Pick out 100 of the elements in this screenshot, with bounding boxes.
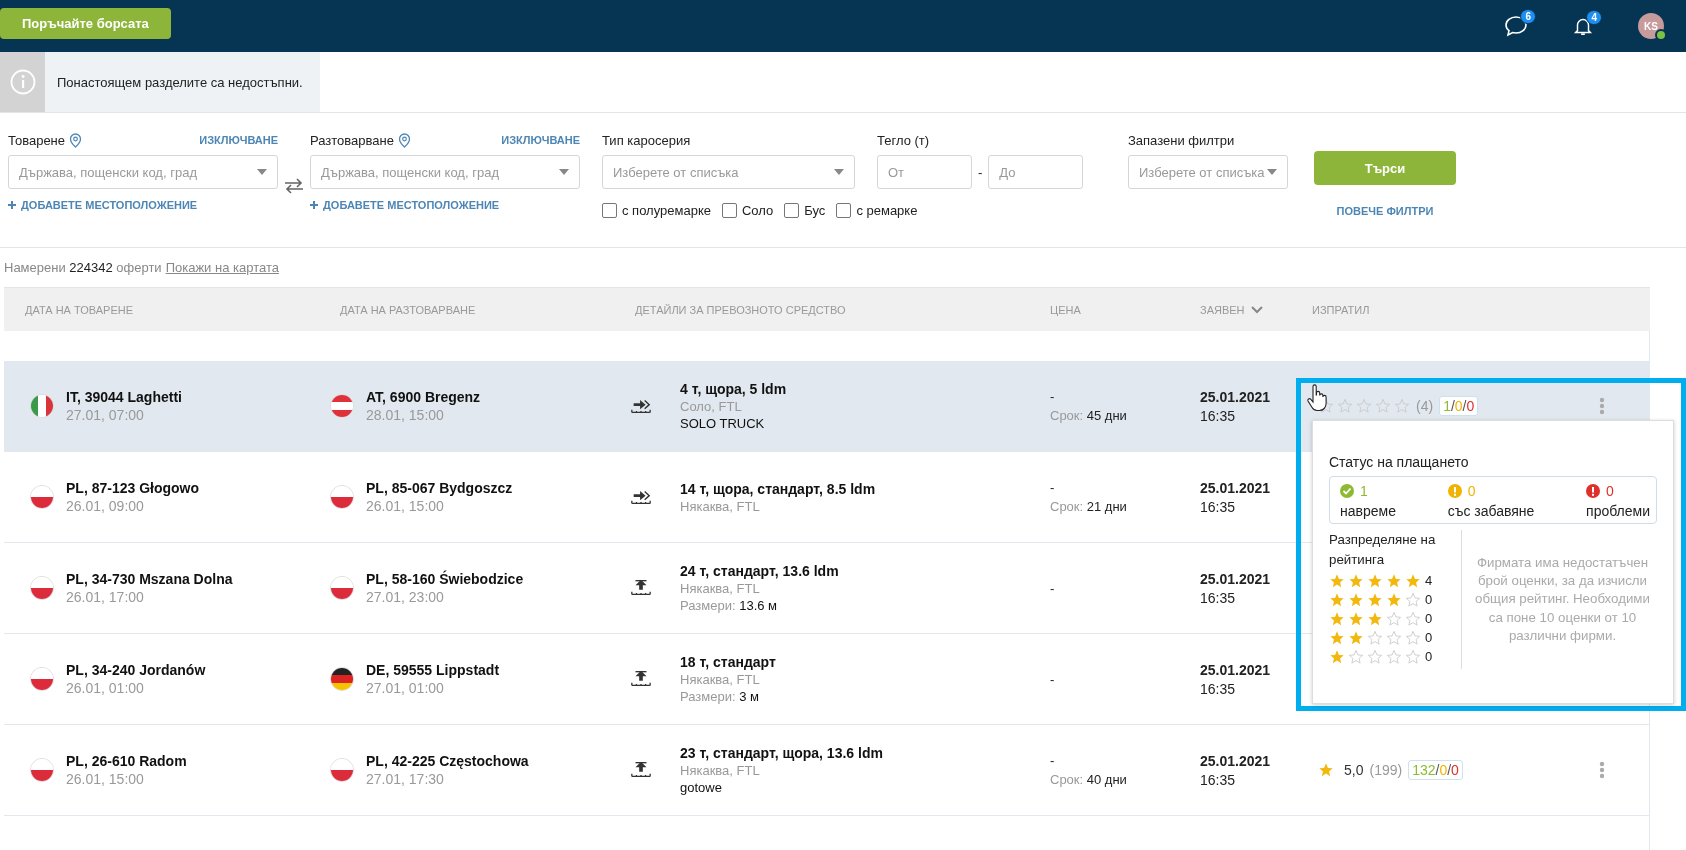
plus-icon (310, 201, 318, 209)
exclude-link[interactable]: ИЗКЛЮЧВАНЕ (199, 134, 278, 146)
place-name: PL, 34-240 Jordanów (66, 662, 206, 678)
place-name: PL, 87-123 Głogowo (66, 480, 200, 496)
add-location-link[interactable]: ДОБАВЕТЕ МЕСТОПОЛОЖЕНИЕ (8, 199, 278, 211)
price: - (1050, 389, 1056, 404)
price-term: Срок: 40 дни (1050, 772, 1128, 787)
order-button[interactable]: Поръчайте борсата (0, 7, 171, 39)
vehicle-body: Някаква, FTL (680, 498, 761, 514)
map-link[interactable]: Покажи на картата (165, 260, 279, 275)
column-header[interactable]: ЦЕНА (1050, 303, 1081, 316)
date-time: 27.01, 23:00 (366, 589, 445, 605)
location-select[interactable]: Държава, пощенски код, град (310, 155, 580, 189)
status-label: навреме (1340, 503, 1396, 519)
star-icon (1367, 648, 1383, 665)
posted-time: 16:35 (1200, 771, 1237, 788)
checkbox-label: Бус (804, 203, 826, 218)
posted-time: 16:35 (1200, 407, 1237, 424)
place-name: PL, 58-160 Świebodzice (366, 571, 524, 587)
avatar[interactable]: KS (1638, 13, 1664, 39)
vehicle-dimensions: Размери: 13.6 м (680, 598, 779, 613)
flag-icon (30, 667, 54, 691)
star-icon (1405, 629, 1421, 646)
vehicle-body: Някаква, FTL (680, 581, 761, 596)
review-count: (199) (1369, 762, 1403, 778)
weight-to-field[interactable]: До (988, 155, 1084, 189)
warning-icon (1447, 484, 1462, 498)
location-select[interactable]: Държава, пощенски код, град (8, 155, 278, 189)
checkbox[interactable] (784, 203, 800, 218)
star-icon (1318, 762, 1334, 778)
checkbox-label: Соло (741, 203, 774, 218)
date-time: 27.01, 17:30 (366, 771, 445, 787)
star-icon (1348, 648, 1364, 665)
more-filters-link[interactable]: ПОВЕЧЕ ФИЛТРИ (1314, 205, 1456, 217)
table-row[interactable]: PL, 26-610 Radom 26.01, 15:00 PL, 42-225 Częstochowa 27.01, 17:30 23 т, стандарт, щора, 13.6 ldm Някаква, FTL gotowe - Срок: 40 дни 25.01.2021 16:35 5,0 (199) 132/0/0 (4, 725, 1650, 816)
place-name: DE, 59555 Lippstadt (366, 662, 500, 678)
more-icon[interactable] (1599, 761, 1605, 779)
column-header[interactable]: ДАТА НА РАЗТОВАРВАНЕ (340, 303, 476, 316)
star-icon (1356, 398, 1372, 414)
sort-icon[interactable] (1250, 305, 1263, 314)
checkbox[interactable] (836, 203, 852, 218)
posted-time: 16:35 (1200, 680, 1237, 697)
flag-icon (330, 576, 354, 600)
flag-icon (30, 758, 54, 782)
column-header[interactable]: ЗАЯВЕН (1200, 303, 1245, 316)
saved-filters-select[interactable]: Изберете от списъка (1128, 155, 1288, 189)
hand-cursor-icon (1306, 384, 1328, 412)
body-type-select[interactable]: Изберете от списъка (602, 155, 855, 189)
price: - (1050, 671, 1056, 687)
posted-date: 25.01.2021 (1200, 570, 1272, 587)
caret-icon (834, 169, 844, 175)
search-button[interactable]: Търси (1314, 151, 1456, 185)
place-name: IT, 39044 Laghetti (66, 389, 182, 405)
column-header[interactable]: ИЗПРАТИЛ (1312, 303, 1370, 316)
error-icon (1586, 484, 1601, 498)
table-row[interactable]: IT, 39044 Laghetti 27.01, 07:00 AT, 6900 Bregenz 28.01, 15:00 4 т, щора, 5 ldm Соло, FTL SOLO TRUCK - Срок: 45 дни 25.01.2021 16:35 (4) 1/0/0 (4, 361, 1650, 452)
payment-badge: 132/0/0 (1408, 760, 1463, 780)
range-separator: - (978, 164, 983, 180)
star-icon (1405, 648, 1421, 665)
weight-from-field[interactable]: От (877, 155, 972, 189)
flag-icon (30, 576, 54, 600)
price: - (1050, 753, 1056, 768)
vehicle-body: Соло, FTL (680, 399, 743, 414)
date-time: 28.01, 15:00 (366, 407, 445, 423)
date-time: 26.01, 09:00 (66, 498, 145, 514)
payment-badge: 1/0/0 (1439, 396, 1479, 416)
chat-icon[interactable] (1504, 14, 1528, 38)
flag-icon (330, 667, 354, 691)
pin-icon (69, 132, 82, 148)
count-badge: 4 (1586, 10, 1602, 25)
rating-count: 0 (1425, 592, 1433, 608)
add-location-link[interactable]: ДОБАВЕТЕ МЕСТОПОЛОЖЕНИЕ (310, 199, 580, 211)
vehicle-body: Някаква, FTL (680, 763, 761, 778)
status-count: 0 (1606, 483, 1614, 499)
place-name: PL, 85-067 Bydgoszcz (366, 480, 513, 496)
checkbox[interactable] (602, 203, 617, 218)
date-time: 26.01, 01:00 (66, 680, 145, 696)
checkbox-label: с полуремарке (622, 203, 711, 218)
swap-icon[interactable] (284, 178, 304, 194)
field-label: Запазени филтри (1128, 132, 1235, 148)
checkbox[interactable] (721, 203, 737, 218)
column-header[interactable]: ДЕТАЙЛИ ЗА ПРЕВОЗНОТО СРЕДСТВО (635, 303, 846, 316)
vehicle-note: SOLO TRUCK (680, 416, 766, 431)
price-term: Срок: 45 дни (1050, 408, 1128, 423)
price-term: Срок: 21 дни (1050, 499, 1128, 514)
field-label: Тип каросерия (602, 132, 691, 148)
date-time: 26.01, 15:00 (66, 771, 145, 787)
star-icon (1405, 610, 1421, 627)
flag-icon (30, 485, 54, 509)
posted-date: 25.01.2021 (1200, 661, 1272, 678)
rating-score: 5,0 (1344, 762, 1364, 778)
flag-icon (330, 485, 354, 509)
star-icon (1386, 610, 1402, 627)
exclude-link[interactable]: ИЗКЛЮЧВАНЕ (501, 134, 580, 146)
column-header[interactable]: ДАТА НА ТОВАРЕНЕ (25, 303, 134, 316)
place-name: PL, 26-610 Radom (66, 753, 187, 769)
place-name: PL, 34-730 Mszana Dolna (66, 571, 233, 587)
results-summary: Намерени 224342 оферти (4, 260, 162, 275)
popover-title: Статус на плащането (1329, 454, 1470, 470)
check-icon (1340, 484, 1354, 498)
